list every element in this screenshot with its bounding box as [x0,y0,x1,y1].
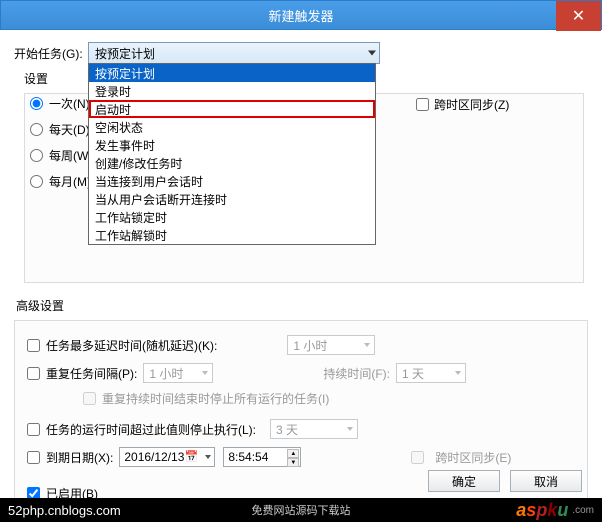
footer-logo: aspku.com [516,500,594,521]
stop-after-select[interactable]: 3 天 [270,419,358,439]
dropdown-selected: 按预定计划 [95,45,155,62]
watermark-footer: 52php.cnblogs.com 免费网站源码下载站 aspku.com [0,498,602,522]
dropdown-item[interactable]: 工作站解锁时 [89,226,375,244]
radio-daily-label: 每天(D) [49,121,90,138]
radio-once[interactable]: 一次(N) [30,90,92,116]
dropdown-item[interactable]: 登录时 [89,82,375,100]
stop-at-end-checkbox [83,392,96,405]
delay-checkbox[interactable] [27,339,40,352]
radio-monthly[interactable]: 每月(M) [30,168,92,194]
dropdown-item[interactable]: 工作站锁定时 [89,208,375,226]
radio-once-label: 一次(N) [49,95,90,112]
expire-checkbox[interactable] [27,451,40,464]
radio-once-input[interactable] [30,97,43,110]
chevron-down-icon [202,371,208,375]
dropdown-item[interactable]: 空闲状态 [89,118,375,136]
delay-value: 1 小时 [293,337,327,354]
chevron-down-icon [368,51,376,56]
radio-monthly-input[interactable] [30,175,43,188]
duration-value: 1 天 [402,365,424,382]
stop-after-checkbox[interactable] [27,423,40,436]
radio-weekly-label: 每周(W) [49,147,92,164]
spinner-icon[interactable]: ▲▼ [287,449,299,467]
settings-label: 设置 [14,70,48,87]
stop-end-label: 重复持续时间结束时停止所有运行的任务(I) [102,390,329,407]
expire-time-field[interactable]: 8:54:54 ▲▼ [223,447,301,467]
expire-sync-checkbox [411,451,424,464]
expire-time-value: 8:54:54 [228,450,268,464]
radio-weekly[interactable]: 每周(W) [30,142,92,168]
stop-after-label: 任务的运行时间超过此值则停止执行(L): [46,421,256,438]
cancel-button[interactable]: 取消 [510,470,582,492]
dropdown-item[interactable]: 创建/修改任务时 [89,154,375,172]
start-task-label: 开始任务(G): [14,45,88,62]
expire-sync-label: 跨时区同步(E) [435,449,511,466]
start-task-dropdown[interactable]: 按预定计划 按预定计划 登录时 启动时 空闲状态 发生事件时 创建/修改任务时 … [88,42,380,64]
dropdown-item[interactable]: 发生事件时 [89,136,375,154]
stop-after-value: 3 天 [276,421,298,438]
chevron-down-icon [364,343,370,347]
expire-label: 到期日期(X): [46,449,113,466]
sync-timezone-check[interactable]: 跨时区同步(Z) [416,96,509,113]
titlebar: 新建触发器 ✕ [0,0,602,30]
radio-weekly-input[interactable] [30,149,43,162]
duration-select[interactable]: 1 天 [396,363,466,383]
sync-tz-checkbox[interactable] [416,98,429,111]
dropdown-item[interactable]: 启动时 [89,100,375,118]
expire-date-value: 2016/12/13 [124,450,184,464]
chevron-down-icon [205,455,211,459]
dropdown-item[interactable]: 当从用户会话断开连接时 [89,190,375,208]
footer-left-text: 52php.cnblogs.com [8,503,121,518]
radio-daily-input[interactable] [30,123,43,136]
repeat-select[interactable]: 1 小时 [143,363,213,383]
radio-monthly-label: 每月(M) [49,173,91,190]
close-button[interactable]: ✕ [556,1,601,31]
chevron-down-icon [347,427,353,431]
sync-tz-label: 跨时区同步(Z) [434,96,509,113]
close-icon: ✕ [572,6,585,26]
dropdown-item[interactable]: 当连接到用户会话时 [89,172,375,190]
advanced-title: 高级设置 [16,297,588,314]
calendar-icon: 📅 [185,450,199,463]
repeat-label: 重复任务间隔(P): [46,365,137,382]
ok-button[interactable]: 确定 [428,470,500,492]
dropdown-item[interactable]: 按预定计划 [89,64,375,82]
dropdown-list: 按预定计划 登录时 启动时 空闲状态 发生事件时 创建/修改任务时 当连接到用户… [88,63,376,245]
repeat-value: 1 小时 [149,365,183,382]
window-title: 新建触发器 [268,6,333,25]
delay-select[interactable]: 1 小时 [287,335,375,355]
delay-label: 任务最多延迟时间(随机延迟)(K): [46,337,217,354]
footer-center-text: 免费网站源码下载站 [252,502,351,518]
expire-date-field[interactable]: 2016/12/13📅 [119,447,215,467]
repeat-checkbox[interactable] [27,367,40,380]
duration-label: 持续时间(F): [323,365,390,382]
radio-daily[interactable]: 每天(D) [30,116,92,142]
chevron-down-icon [455,371,461,375]
